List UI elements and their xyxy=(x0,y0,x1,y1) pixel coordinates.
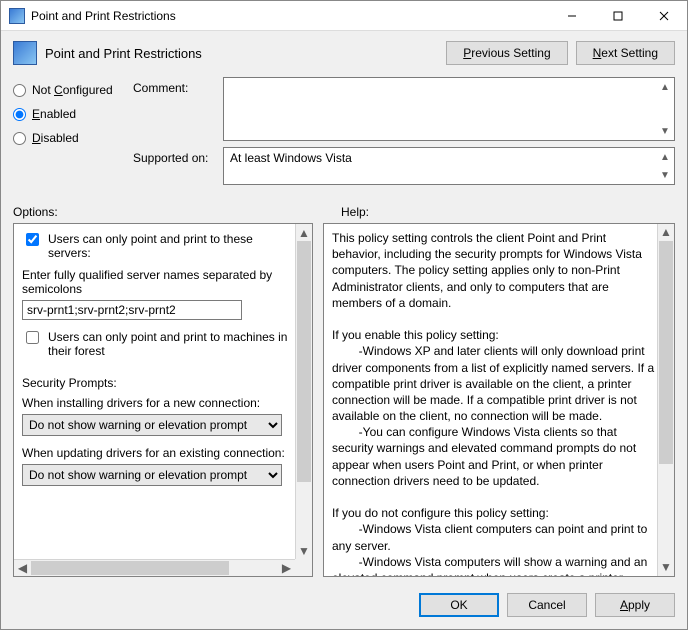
help-section-label: Help: xyxy=(341,205,369,219)
ok-button[interactable]: OK xyxy=(419,593,499,617)
update-drivers-select[interactable]: Do not show warning or elevation prompt xyxy=(22,464,282,486)
scroll-up-icon[interactable]: ▲ xyxy=(658,224,674,241)
comment-textarea[interactable]: ▲ ▼ xyxy=(223,77,675,141)
scroll-down-icon[interactable]: ▼ xyxy=(658,168,672,182)
policy-icon xyxy=(13,41,37,65)
options-section-label: Options: xyxy=(13,205,317,219)
gpo-editor-window: Point and Print Restrictions Point and P… xyxy=(0,0,688,630)
checkbox-forest-only[interactable] xyxy=(26,331,39,344)
help-text: This policy setting controls the client … xyxy=(324,224,674,576)
scroll-left-icon[interactable]: ◀ xyxy=(14,560,31,576)
scrollbar-thumb[interactable] xyxy=(659,241,673,464)
scroll-down-icon[interactable]: ▼ xyxy=(658,559,674,576)
scroll-down-icon[interactable]: ▼ xyxy=(296,542,312,559)
minimize-button[interactable] xyxy=(549,1,595,31)
security-prompts-heading: Security Prompts: xyxy=(22,376,288,390)
options-vertical-scrollbar[interactable]: ▲ ▼ xyxy=(295,224,312,559)
supported-label: Supported on: xyxy=(133,147,223,185)
radio-disabled[interactable]: Disabled xyxy=(13,131,133,145)
header-row: Point and Print Restrictions Previous Se… xyxy=(1,31,687,73)
policy-title: Point and Print Restrictions xyxy=(45,46,202,61)
options-horizontal-scrollbar[interactable]: ◀ ▶ xyxy=(14,559,295,576)
checkbox-forest-only-label: Users can only point and print to machin… xyxy=(48,330,288,358)
radio-enabled[interactable]: Enabled xyxy=(13,107,133,121)
checkbox-servers-only[interactable] xyxy=(26,233,39,246)
options-panel: Users can only point and print to these … xyxy=(13,223,313,577)
checkbox-servers-only-label: Users can only point and print to these … xyxy=(48,232,288,260)
state-radio-group: Not Configured Enabled Disabled xyxy=(13,77,133,191)
install-drivers-select[interactable]: Do not show warning or elevation prompt xyxy=(22,414,282,436)
install-drivers-label: When installing drivers for a new connec… xyxy=(22,396,288,410)
scroll-up-icon[interactable]: ▲ xyxy=(658,80,672,94)
scroll-down-icon[interactable]: ▼ xyxy=(658,124,672,138)
help-panel: This policy setting controls the client … xyxy=(323,223,675,577)
scrollbar-thumb[interactable] xyxy=(297,241,311,482)
window-title: Point and Print Restrictions xyxy=(31,9,549,23)
apply-button[interactable]: Apply xyxy=(595,593,675,617)
scroll-right-icon[interactable]: ▶ xyxy=(278,560,295,576)
help-vertical-scrollbar[interactable]: ▲ ▼ xyxy=(657,224,674,576)
update-drivers-label: When updating drivers for an existing co… xyxy=(22,446,288,460)
server-names-input[interactable] xyxy=(22,300,242,320)
next-setting-button[interactable]: Next Setting xyxy=(576,41,675,65)
comment-label: Comment: xyxy=(133,77,223,141)
app-icon xyxy=(9,8,25,24)
scrollbar-thumb[interactable] xyxy=(31,561,229,575)
radio-not-configured-input[interactable] xyxy=(13,84,26,97)
scroll-up-icon[interactable]: ▲ xyxy=(658,150,672,164)
previous-setting-button[interactable]: Previous Setting xyxy=(446,41,567,65)
radio-disabled-input[interactable] xyxy=(13,132,26,145)
radio-enabled-input[interactable] xyxy=(13,108,26,121)
scrollbar-corner xyxy=(295,559,312,576)
supported-text: At least Windows Vista ▲ ▼ xyxy=(223,147,675,185)
titlebar: Point and Print Restrictions xyxy=(1,1,687,31)
close-button[interactable] xyxy=(641,1,687,31)
maximize-button[interactable] xyxy=(595,1,641,31)
cancel-button[interactable]: Cancel xyxy=(507,593,587,617)
dialog-footer: OK Cancel Apply xyxy=(1,583,687,629)
server-names-label: Enter fully qualified server names separ… xyxy=(22,268,288,296)
scroll-up-icon[interactable]: ▲ xyxy=(296,224,312,241)
radio-not-configured[interactable]: Not Configured xyxy=(13,83,133,97)
